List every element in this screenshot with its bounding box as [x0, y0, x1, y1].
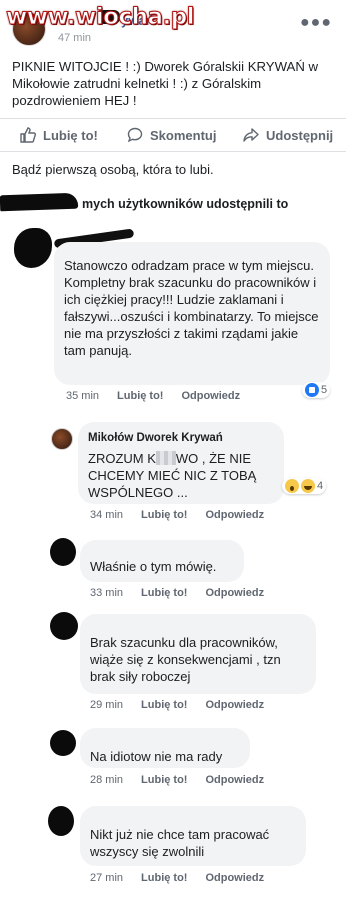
- page-avatar[interactable]: [51, 428, 73, 450]
- comment-text: Właśnie o tym mówię.: [90, 559, 217, 574]
- thumbs-up-icon: [20, 127, 36, 143]
- reply-author[interactable]: Mikołów Dworek Krywań: [88, 430, 274, 447]
- comment-like-button[interactable]: Lubię to!: [141, 699, 187, 711]
- first-like-prompt[interactable]: Bądź pierwszą osobą, która to lubi.: [12, 162, 214, 177]
- comment-time[interactable]: 28 min: [90, 774, 123, 786]
- comment-time[interactable]: 27 min: [90, 872, 123, 884]
- comment-bubble: Nikt już nie chce tam pracować wszyscy s…: [80, 806, 306, 866]
- comment-text: Nikt już nie chce tam pracować wszyscy s…: [90, 827, 270, 859]
- reaction-summary[interactable]: 4: [282, 478, 327, 494]
- comment-text: Brak szacunku dla pracowników, wiąże się…: [90, 635, 281, 684]
- avatar[interactable]: [48, 806, 74, 836]
- comment-like-button[interactable]: Lubię to!: [117, 390, 163, 402]
- comment-time[interactable]: 34 min: [90, 509, 123, 521]
- comment-time[interactable]: 35 min: [66, 390, 99, 402]
- comment-reply-button[interactable]: Odpowiedz: [181, 390, 240, 402]
- reaction-count: 5: [321, 384, 328, 396]
- comment-bubble: Stanowczo odradzam prace w tym miejscu. …: [54, 242, 330, 385]
- comment-label: Skomentuj: [150, 127, 217, 143]
- like-button[interactable]: Lubię to!: [20, 127, 98, 143]
- haha-reaction-icon: [301, 479, 315, 493]
- avatar[interactable]: [50, 538, 76, 566]
- comment-button[interactable]: Skomentuj: [127, 127, 216, 143]
- comment-bubble: Mikołów Dworek Krywań ZROZUM K WO , ŻE NI…: [78, 422, 284, 504]
- comment-meta: 34 min Lubię to! Odpowiedz: [90, 509, 264, 521]
- comment-reply-button[interactable]: Odpowiedz: [205, 587, 264, 599]
- comment-text: ZROZUM K WO , ŻE NIE CHCEMY MIEĆ NIC Z TO…: [88, 451, 257, 500]
- comment-like-button[interactable]: Lubię to!: [141, 587, 187, 599]
- wow-reaction-icon: [285, 479, 299, 493]
- comment-reply-button[interactable]: Odpowiedz: [205, 509, 264, 521]
- comment-text: Stanowczo odradzam prace w tym miejscu. …: [64, 258, 319, 358]
- like-reaction-icon: [305, 383, 319, 397]
- comment-icon: [127, 127, 143, 143]
- comment-meta: 33 min Lubię to! Odpowiedz: [90, 587, 264, 599]
- comment-text: Na idiotow nie ma rady: [90, 749, 223, 764]
- site-watermark: www.wiocha.pl: [5, 4, 195, 31]
- comment-bubble: Brak szacunku dla pracowników, wiąże się…: [80, 614, 316, 694]
- comment-bubble: Na idiotow nie ma rady: [80, 728, 250, 768]
- avatar[interactable]: [14, 228, 52, 268]
- comment-reply-button[interactable]: Odpowiedz: [205, 774, 264, 786]
- comment-reply-button[interactable]: Odpowiedz: [205, 872, 264, 884]
- avatar[interactable]: [50, 612, 78, 640]
- reaction-summary[interactable]: 5: [302, 382, 331, 398]
- reaction-count: 4: [317, 480, 324, 492]
- comment-meta: 28 min Lubię to! Odpowiedz: [90, 774, 264, 786]
- comment-meta: 29 min Lubię to! Odpowiedz: [90, 699, 264, 711]
- like-label: Lubię to!: [43, 127, 98, 143]
- comment-like-button[interactable]: Lubię to!: [141, 774, 187, 786]
- action-bar: Lubię to! Skomentuj Udostępnij: [0, 118, 346, 152]
- comment-time[interactable]: 29 min: [90, 699, 123, 711]
- pixelated-censor: [155, 451, 176, 465]
- comment-meta: 35 min Lubię to! Odpowiedz: [66, 390, 240, 402]
- shared-by-text[interactable]: mych użytkowników udostępnili to: [82, 197, 288, 211]
- comment-time[interactable]: 33 min: [90, 587, 123, 599]
- comment-bubble: Właśnie o tym mówię.: [80, 540, 244, 582]
- comment-like-button[interactable]: Lubię to!: [141, 872, 187, 884]
- post-text: PIKNIE WITOJCIE ! :) Dworek Góralskii KR…: [12, 59, 319, 108]
- comment-reply-button[interactable]: Odpowiedz: [205, 699, 264, 711]
- share-button[interactable]: Udostępnij: [243, 127, 333, 143]
- share-label: Udostępnij: [266, 127, 334, 143]
- redaction-scribble: [0, 192, 79, 212]
- more-dots-icon[interactable]: ●●●: [300, 14, 332, 32]
- share-arrow-icon: [243, 128, 259, 142]
- comment-like-button[interactable]: Lubię to!: [141, 509, 187, 521]
- post-time[interactable]: 47 min: [58, 32, 91, 44]
- comment-meta: 27 min Lubię to! Odpowiedz: [90, 872, 264, 884]
- avatar[interactable]: [50, 730, 76, 756]
